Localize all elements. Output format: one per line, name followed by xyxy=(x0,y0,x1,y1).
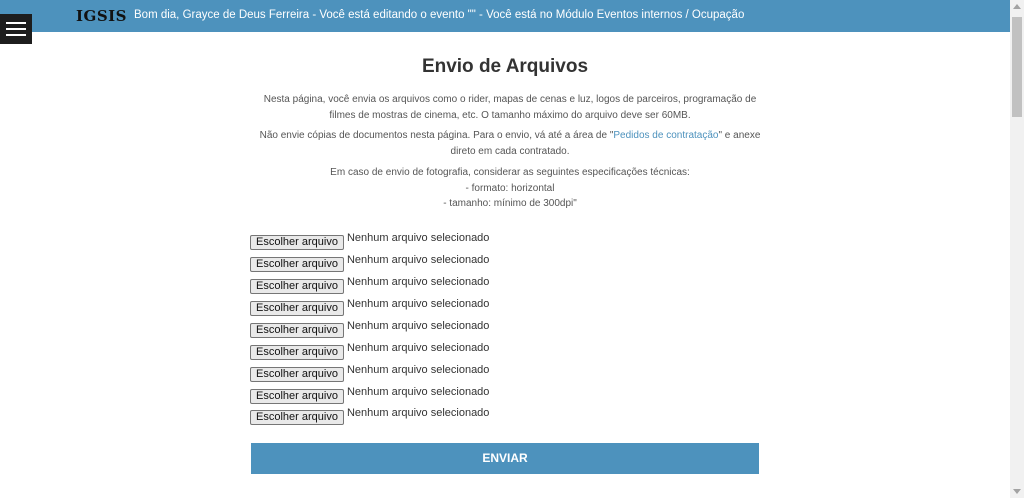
page-title: Envio de Arquivos xyxy=(421,56,589,77)
contract-requests-link[interactable]: Pedidos de contratação xyxy=(613,130,718,141)
top-navbar: IGSIS Bom dia, Grayce de Deus Ferreira -… xyxy=(0,0,1010,32)
submit-button[interactable]: ENVIAR xyxy=(251,443,759,474)
file-input-row: Escolher arquivo Nenhum arquivo selecion… xyxy=(250,297,490,316)
choose-file-button[interactable]: Escolher arquivo xyxy=(250,323,344,338)
file-status: Nenhum arquivo selecionado xyxy=(346,276,490,288)
file-input-row: Escolher arquivo Nenhum arquivo selecion… xyxy=(250,275,490,294)
file-input-row: Escolher arquivo Nenhum arquivo selecion… xyxy=(250,363,490,382)
file-status: Nenhum arquivo selecionado xyxy=(346,254,490,266)
file-input-row: Escolher arquivo Nenhum arquivo selecion… xyxy=(250,341,490,360)
choose-file-button[interactable]: Escolher arquivo xyxy=(250,389,344,404)
hamburger-menu-button[interactable] xyxy=(0,14,32,44)
file-status: Nenhum arquivo selecionado xyxy=(346,298,490,310)
page-scrollbar[interactable] xyxy=(1010,0,1024,498)
choose-file-button[interactable]: Escolher arquivo xyxy=(250,279,344,294)
photo-specs: Em caso de envio de fotografia, consider… xyxy=(330,167,690,209)
file-input-row: Escolher arquivo Nenhum arquivo selecion… xyxy=(250,385,490,404)
scroll-up-icon[interactable] xyxy=(1013,4,1021,9)
file-status: Nenhum arquivo selecionado xyxy=(346,320,490,332)
choose-file-button[interactable]: Escolher arquivo xyxy=(250,235,344,250)
file-status: Nenhum arquivo selecionado xyxy=(346,232,490,244)
file-input-row: Escolher arquivo Nenhum arquivo selecion… xyxy=(250,406,490,425)
upload-description: Nesta página, você envia os arquivos com… xyxy=(263,94,757,121)
file-status: Nenhum arquivo selecionado xyxy=(346,407,490,419)
choose-file-button[interactable]: Escolher arquivo xyxy=(250,345,344,360)
file-status: Nenhum arquivo selecionado xyxy=(346,386,490,398)
choose-file-button[interactable]: Escolher arquivo xyxy=(250,257,344,272)
file-status: Nenhum arquivo selecionado xyxy=(346,364,490,376)
file-input-row: Escolher arquivo Nenhum arquivo selecion… xyxy=(250,253,490,272)
choose-file-button[interactable]: Escolher arquivo xyxy=(250,301,344,316)
documents-warning: Não envie cópias de documentos nesta pág… xyxy=(259,130,761,157)
file-status: Nenhum arquivo selecionado xyxy=(346,342,490,354)
user-greeting: Bom dia, Grayce de Deus Ferreira - Você … xyxy=(134,9,745,21)
hamburger-menu-icon xyxy=(6,22,26,24)
file-input-row: Escolher arquivo Nenhum arquivo selecion… xyxy=(250,231,490,250)
choose-file-button[interactable]: Escolher arquivo xyxy=(250,410,344,425)
scrollbar-thumb[interactable] xyxy=(1012,17,1022,117)
file-input-row: Escolher arquivo Nenhum arquivo selecion… xyxy=(250,319,490,338)
choose-file-button[interactable]: Escolher arquivo xyxy=(250,367,344,382)
scroll-down-icon[interactable] xyxy=(1013,489,1021,494)
brand-logo[interactable]: IGSIS xyxy=(76,7,127,25)
